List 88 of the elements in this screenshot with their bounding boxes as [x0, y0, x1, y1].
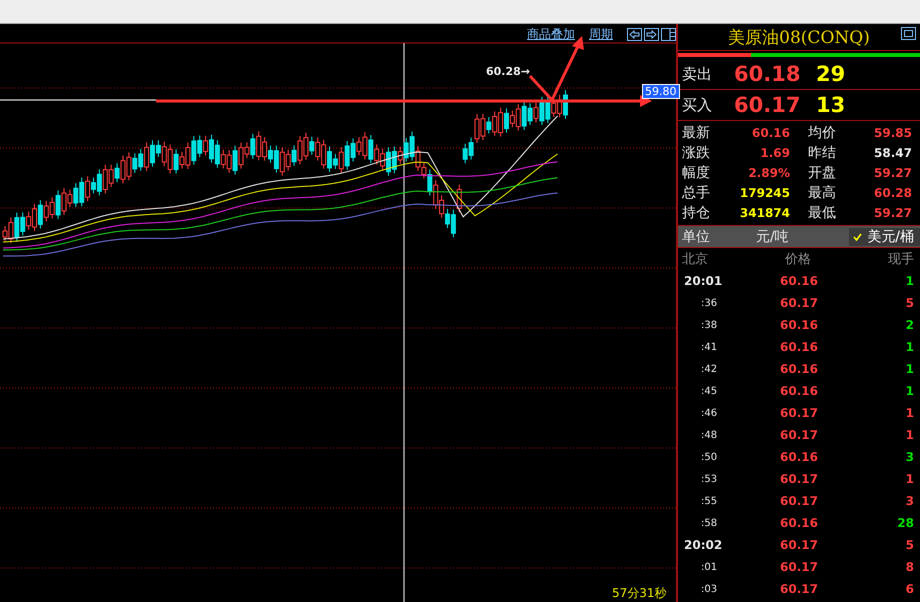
trade-price: 60.17	[779, 296, 818, 310]
order-volume: 13	[816, 93, 846, 117]
trade-time: :45	[700, 386, 718, 396]
trade-quantity: 1	[904, 340, 915, 354]
trade-price: 60.17	[779, 406, 818, 420]
order-volume: 29	[816, 62, 846, 86]
trade-quantity: 1	[904, 428, 915, 442]
trade-time: :53	[700, 474, 718, 484]
trade-quantity: 1	[904, 384, 915, 398]
order-price: 60.17	[734, 93, 802, 117]
trade-time: :01	[700, 562, 718, 572]
trade-price: 60.17	[779, 428, 818, 442]
trade-time: :55	[700, 496, 718, 506]
stat-value: 2.89%	[747, 165, 791, 182]
check-icon	[853, 232, 862, 240]
stat-label: 最高	[807, 184, 837, 203]
trade-price: 60.17	[779, 538, 818, 552]
trade-price: 60.17	[779, 582, 818, 596]
stat-value: 341874	[738, 205, 791, 222]
order-side-label: 买入	[681, 96, 713, 114]
countdown-timer: 57分31秒	[612, 585, 667, 602]
stat-label: 最新	[682, 124, 711, 143]
trade-price: 60.16	[779, 340, 818, 354]
trade-time: :36	[700, 298, 718, 308]
trade-price: 60.17	[779, 472, 818, 486]
trade-quantity: 1	[904, 472, 915, 486]
stat-value: 58.47	[873, 145, 913, 162]
unit-option[interactable]: 元/吨	[756, 228, 789, 246]
chart-link[interactable]: 商品叠加	[527, 26, 575, 43]
trade-time: :03	[700, 584, 718, 594]
order-price: 60.18	[734, 62, 802, 86]
trade-price: 60.16	[779, 318, 818, 332]
unit-label: 单位	[681, 228, 711, 246]
stat-value: 60.16	[751, 125, 791, 142]
trade-quantity: 28	[896, 516, 915, 530]
trade-time: :48	[700, 430, 718, 440]
stat-label: 最低	[807, 204, 837, 223]
stat-value: 59.27	[873, 165, 913, 182]
trade-quantity: 3	[904, 450, 915, 464]
chart-link[interactable]: 周期	[589, 26, 613, 43]
panel-toggle-icon[interactable]	[661, 28, 676, 41]
stat-value: 1.69	[759, 145, 791, 162]
column-header: 北京	[682, 251, 708, 268]
trade-time: :46	[700, 408, 718, 418]
column-header: 现手	[888, 251, 914, 268]
high-price-label: 60.28→	[486, 65, 530, 78]
trade-time: 20:01	[683, 274, 724, 288]
trade-price: 60.16	[779, 362, 818, 376]
trade-quantity: 1	[904, 406, 915, 420]
trade-quantity: 6	[904, 582, 915, 596]
trade-quantity: 3	[904, 494, 915, 508]
stat-label: 幅度	[682, 164, 711, 183]
trade-quantity: 1	[904, 362, 915, 376]
left-arrow-icon[interactable]	[627, 28, 642, 41]
stat-label: 涨跌	[682, 144, 711, 163]
unit-option[interactable]: 美元/桶	[849, 228, 920, 246]
trade-price: 60.17	[779, 560, 818, 574]
trade-quantity: 5	[904, 538, 915, 552]
trade-price: 60.16	[779, 384, 818, 398]
column-header: 价格	[785, 251, 811, 268]
stat-label: 开盘	[807, 164, 837, 183]
stat-label: 持仓	[682, 204, 711, 223]
stat-label: 昨结	[807, 144, 837, 163]
trade-price: 60.16	[779, 516, 818, 530]
trade-time: :50	[700, 452, 718, 462]
price-tag: 59.80	[642, 84, 680, 99]
trade-time: :41	[700, 342, 718, 352]
stat-label: 均价	[807, 124, 837, 143]
trade-time: :42	[700, 364, 718, 374]
trade-price: 60.17	[779, 494, 818, 508]
stat-value: 59.27	[873, 205, 913, 222]
stat-label: 总手	[682, 184, 711, 203]
stat-value: 59.85	[873, 125, 913, 142]
trade-quantity: 2	[904, 318, 915, 332]
trade-quantity: 8	[904, 560, 915, 574]
stat-value: 60.28	[873, 185, 913, 202]
order-side-label: 卖出	[681, 64, 713, 84]
maximize-icon[interactable]	[901, 27, 916, 40]
trade-quantity: 1	[904, 274, 915, 288]
trade-time: :38	[700, 320, 718, 330]
contract-title: 美原油08(CONQ)	[728, 26, 870, 48]
trade-time: 20:02	[683, 538, 724, 552]
right-arrow-icon[interactable]	[644, 28, 659, 41]
trade-time: :58	[700, 518, 718, 528]
trade-quantity: 5	[904, 296, 915, 310]
trade-price: 60.16	[779, 274, 818, 288]
stat-value: 179245	[738, 185, 791, 202]
trade-price: 60.16	[779, 450, 818, 464]
